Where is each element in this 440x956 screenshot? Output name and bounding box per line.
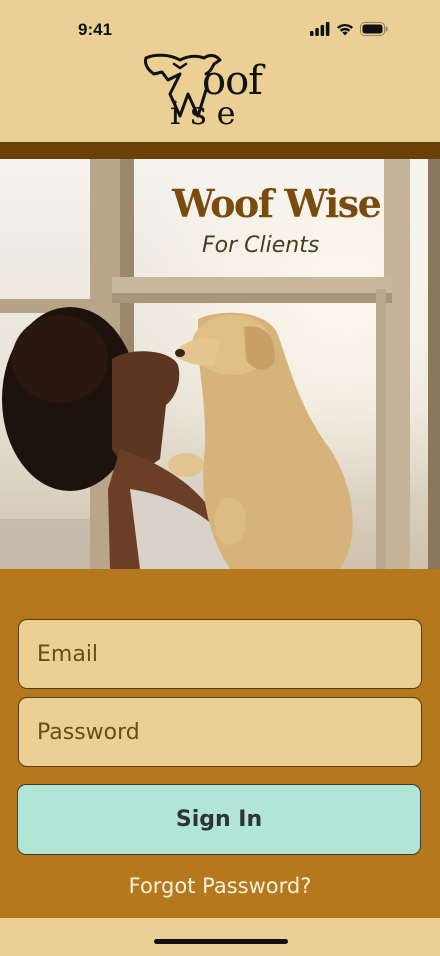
hero-title: Woof Wise [172,181,382,226]
status-icons [310,22,388,36]
status-time: 9:41 [78,20,113,39]
sign-in-form: Sign In Forgot Password? [0,569,440,918]
email-field[interactable] [18,619,422,689]
hero-subtitle: For Clients [202,233,320,258]
signal-icon [310,22,330,36]
hero-banner: Woof Wise For Clients [0,159,440,569]
header-divider-band [0,142,440,159]
bottom-bar [0,918,440,956]
logo-header: oof ise [0,46,440,142]
logo-text-wise: ise [170,94,246,132]
battery-icon [360,22,388,36]
password-field[interactable] [18,697,422,767]
wifi-icon [337,23,353,36]
app-logo: oof ise [140,50,290,134]
forgot-password-link[interactable]: Forgot Password? [0,874,440,898]
home-indicator[interactable] [154,939,288,944]
sign-in-button[interactable]: Sign In [17,784,421,855]
